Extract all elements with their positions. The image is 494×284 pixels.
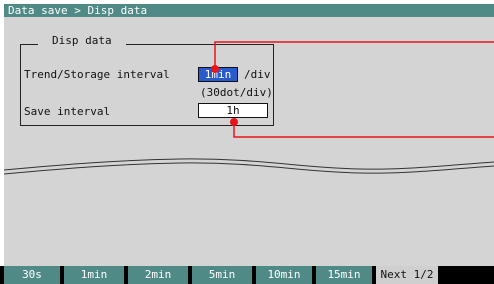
softkey-2min[interactable]: 2min (128, 266, 188, 284)
softkey-30s[interactable]: 30s (4, 266, 60, 284)
callout-line-top (214, 41, 494, 68)
callout-dot-top (211, 65, 219, 73)
softkey-10min[interactable]: 10min (256, 266, 312, 284)
screen: Data save > Disp data Disp data Trend/St… (0, 0, 494, 284)
callout-line-bottom (233, 123, 494, 138)
callout-overlay (3, 41, 494, 175)
softkey-5min[interactable]: 5min (192, 266, 252, 284)
softkey-15min[interactable]: 15min (316, 266, 372, 284)
softkey-next-page[interactable]: Next 1/2 (376, 266, 438, 284)
callout-dot-bottom (230, 118, 238, 126)
softkey-bar: 30s 1min 2min 5min 10min 15min Next 1/2 (0, 266, 494, 284)
softkey-1min[interactable]: 1min (64, 266, 124, 284)
wave-separator-bottom (3, 162, 494, 175)
